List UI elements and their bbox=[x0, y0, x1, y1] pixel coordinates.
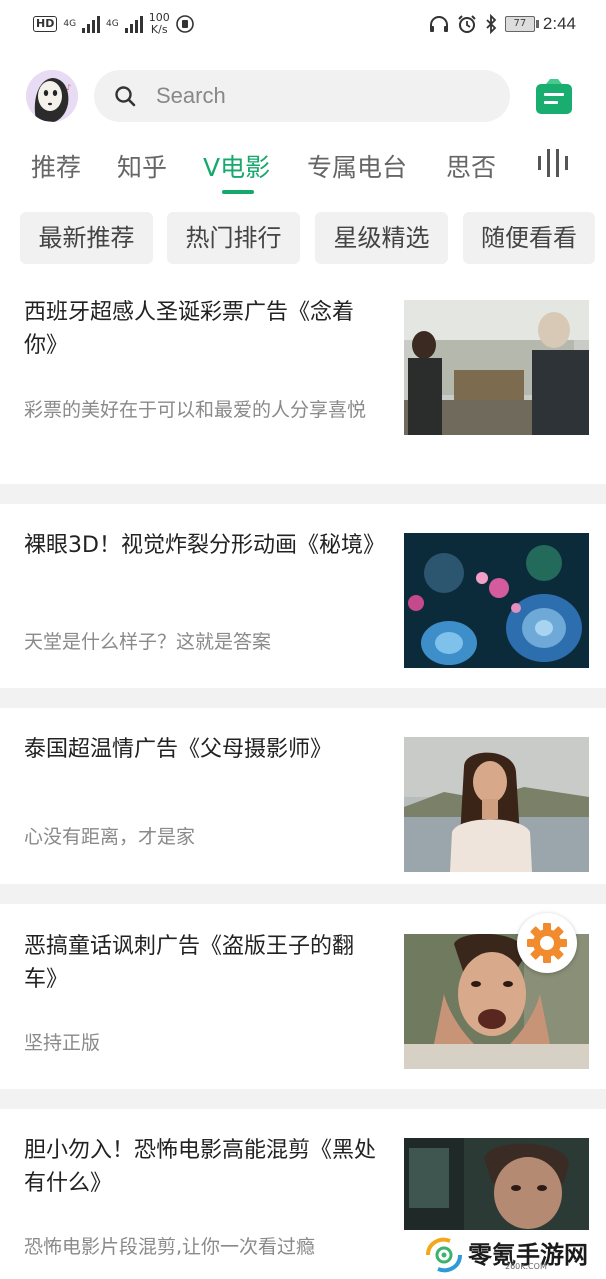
chip-latest[interactable]: 最新推荐 bbox=[20, 212, 153, 264]
tab-vmovie[interactable]: V电影 bbox=[203, 148, 270, 184]
search-icon bbox=[115, 86, 136, 107]
signal-2-label: 4G bbox=[106, 19, 119, 29]
settings-fab[interactable] bbox=[517, 913, 577, 973]
search-bar[interactable]: Search bbox=[94, 70, 510, 122]
channel-menu-icon[interactable] bbox=[537, 148, 569, 178]
feed-item-subtitle: 彩票的美好在于可以和最爱的人分享喜悦 bbox=[24, 399, 367, 421]
network-speed-unit: K/s bbox=[150, 23, 168, 36]
chip-hot[interactable]: 热门排行 bbox=[167, 212, 300, 264]
chip-random[interactable]: 随便看看 bbox=[463, 212, 595, 264]
feed-item-thumbnail[interactable] bbox=[404, 300, 589, 435]
feed-item-subtitle: 天堂是什么样子？这就是答案 bbox=[24, 631, 272, 653]
status-bar: HD 4G 4G 100 K/s 77 2:44 bbox=[0, 0, 606, 52]
feed-item-title[interactable]: 泰国超温情广告《父母摄影师》 bbox=[24, 733, 384, 766]
bluetooth-icon bbox=[486, 14, 497, 34]
network-speed: 100 K/s bbox=[149, 12, 170, 36]
feed-item-thumbnail[interactable] bbox=[404, 737, 589, 872]
category-tabs: 推荐 知乎 V电影 专属电台 思否 bbox=[0, 140, 606, 200]
battery-indicator: 77 bbox=[504, 16, 539, 32]
feed-item-thumbnail[interactable] bbox=[404, 1138, 589, 1230]
feed-item-subtitle: 心没有距离，才是家 bbox=[24, 826, 196, 848]
feed-item-title[interactable]: 胆小勿入！恐怖电影高能混剪《黑处有什么》 bbox=[24, 1134, 384, 1200]
alarm-icon bbox=[458, 15, 476, 33]
avatar[interactable]: ♪ bbox=[26, 70, 78, 122]
app-notification-icon bbox=[175, 15, 194, 33]
tab-recommend[interactable]: 推荐 bbox=[31, 148, 81, 184]
gear-icon bbox=[527, 923, 567, 963]
watermark: 零氪手游网 bbox=[404, 1230, 606, 1279]
search-input[interactable]: Search bbox=[156, 83, 226, 109]
watermark-domain: 260K.COM bbox=[505, 1262, 547, 1271]
feed-item-title[interactable]: 西班牙超感人圣诞彩票广告《念着你》 bbox=[24, 296, 384, 362]
feed-item-thumbnail[interactable] bbox=[404, 533, 589, 668]
hd-indicator: HD bbox=[33, 16, 58, 32]
signal-1-icon bbox=[82, 15, 101, 33]
feed-item-title[interactable]: 裸眼3D！视觉炸裂分形动画《秘境》 bbox=[24, 529, 385, 562]
avatar-face-icon: ♪ bbox=[26, 70, 78, 122]
section-divider bbox=[0, 884, 606, 904]
signal-1-label: 4G bbox=[63, 19, 77, 29]
tab-radio[interactable]: 专属电台 bbox=[307, 148, 407, 184]
tab-zhihu[interactable]: 知乎 bbox=[117, 148, 167, 184]
active-tab-indicator bbox=[222, 190, 254, 194]
tab-sifou[interactable]: 思否 bbox=[446, 148, 496, 184]
feed-item-title[interactable]: 恶搞童话讽刺广告《盗版王子的翻车》 bbox=[24, 930, 384, 996]
signal-2-icon bbox=[124, 15, 143, 33]
section-divider bbox=[0, 688, 606, 708]
clock: 2:44 bbox=[542, 14, 576, 33]
briefcase-icon[interactable] bbox=[534, 76, 574, 116]
feed-item-subtitle: 坚持正版 bbox=[24, 1032, 101, 1054]
svg-text:♪: ♪ bbox=[66, 83, 71, 92]
feed-item-subtitle: 恐怖电影片段混剪,让你一次看过瘾 bbox=[24, 1236, 316, 1258]
chip-starred[interactable]: 星级精选 bbox=[315, 212, 448, 264]
section-divider bbox=[0, 484, 606, 504]
headphones-icon bbox=[429, 16, 448, 32]
watermark-logo-icon bbox=[426, 1237, 462, 1272]
section-divider bbox=[0, 1089, 606, 1109]
